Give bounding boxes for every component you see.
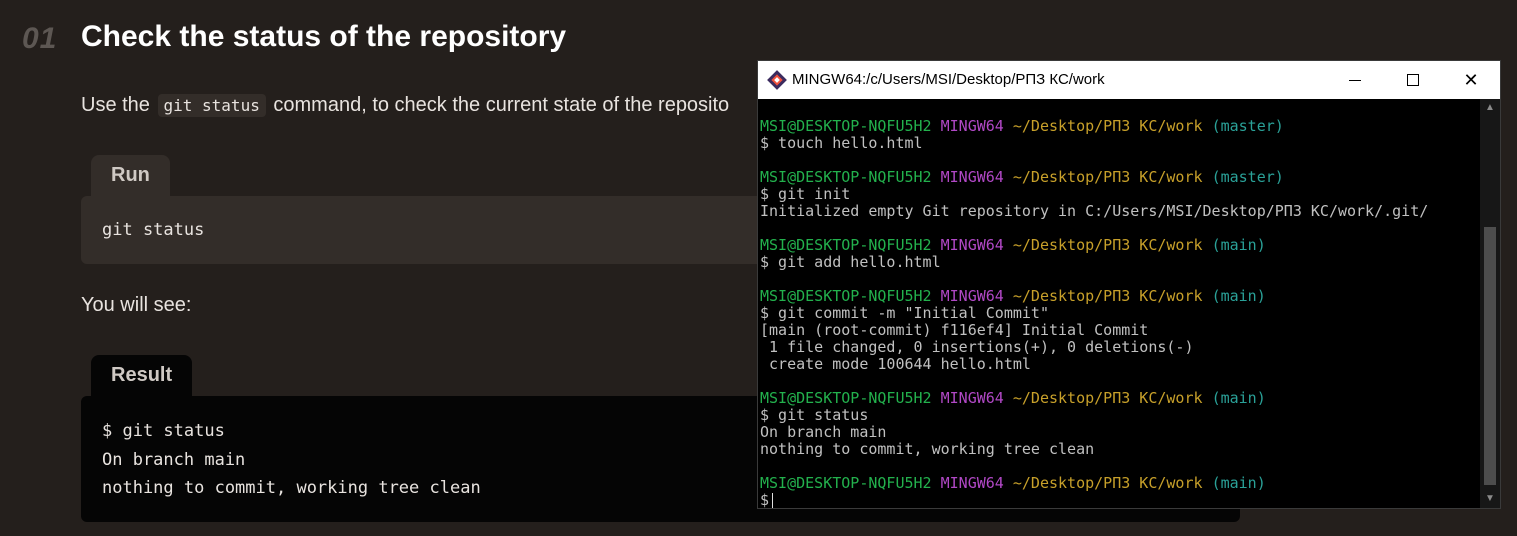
intro-text-after: command, to check the current state of t…	[273, 94, 730, 116]
terminal-output-line: On branch main	[760, 423, 887, 441]
prompt-branch: (main)	[1211, 236, 1266, 254]
prompt-shell: MINGW64	[940, 474, 1004, 492]
prompt-user: MSI@DESKTOP-NQFU5H2	[760, 168, 932, 186]
terminal-command: $ touch hello.html	[760, 134, 923, 152]
scroll-down-icon[interactable]: ▼	[1480, 490, 1500, 508]
terminal-command: $ git status	[760, 406, 869, 424]
result-line: nothing to commit, working tree clean	[102, 478, 481, 498]
terminal-window[interactable]: MINGW64:/c/Users/MSI/Desktop/РПЗ КС/work…	[757, 60, 1501, 509]
terminal-titlebar[interactable]: MINGW64:/c/Users/MSI/Desktop/РПЗ КС/work…	[758, 61, 1500, 99]
prompt-shell: MINGW64	[940, 287, 1004, 305]
prompt-path: ~/Desktop/РПЗ КС/work	[1012, 117, 1203, 135]
close-button[interactable]: ✕	[1442, 61, 1500, 99]
prompt-symbol: $	[760, 491, 770, 509]
step-number: 01	[22, 22, 58, 55]
terminal-output-line: 1 file changed, 0 insertions(+), 0 delet…	[760, 338, 1194, 356]
prompt-path: ~/Desktop/РПЗ КС/work	[1012, 389, 1203, 407]
prompt-path: ~/Desktop/РПЗ КС/work	[1012, 168, 1203, 186]
terminal-output-line: [main (root-commit) f116ef4] Initial Com…	[760, 321, 1149, 339]
prompt-path: ~/Desktop/РПЗ КС/work	[1012, 287, 1203, 305]
prompt-user: MSI@DESKTOP-NQFU5H2	[760, 389, 932, 407]
maximize-button[interactable]	[1384, 61, 1442, 99]
window-title: MINGW64:/c/Users/MSI/Desktop/РПЗ КС/work	[792, 71, 1105, 88]
intro-paragraph: Use the git status command, to check the…	[81, 94, 729, 117]
terminal-output-line: nothing to commit, working tree clean	[760, 440, 1095, 458]
run-tab[interactable]: Run	[91, 155, 170, 197]
prompt-branch: (main)	[1211, 287, 1266, 305]
prompt-path: ~/Desktop/РПЗ КС/work	[1012, 236, 1203, 254]
terminal-prompt: MSI@DESKTOP-NQFU5H2 MINGW64 ~/Desktop/РП…	[760, 237, 1266, 254]
minimize-button[interactable]	[1326, 61, 1384, 99]
prompt-shell: MINGW64	[940, 117, 1004, 135]
terminal-output-line: create mode 100644 hello.html	[760, 355, 1031, 373]
see-text: You will see:	[81, 294, 192, 316]
git-bash-icon	[767, 70, 787, 90]
result-tab[interactable]: Result	[91, 355, 193, 397]
terminal-prompt: MSI@DESKTOP-NQFU5H2 MINGW64 ~/Desktop/РП…	[760, 169, 1284, 186]
prompt-user: MSI@DESKTOP-NQFU5H2	[760, 236, 932, 254]
run-code-line: git status	[102, 220, 205, 240]
terminal-command: $ git init	[760, 185, 851, 203]
result-line: On branch main	[102, 450, 246, 470]
prompt-branch: (main)	[1211, 389, 1266, 407]
prompt-branch: (master)	[1211, 168, 1284, 186]
prompt-user: MSI@DESKTOP-NQFU5H2	[760, 287, 932, 305]
text-cursor	[772, 493, 774, 508]
prompt-branch: (main)	[1211, 474, 1266, 492]
terminal-output-line: Initialized empty Git repository in C:/U…	[760, 202, 1429, 220]
terminal-command: $ git commit -m "Initial Commit"	[760, 304, 1049, 322]
scroll-up-icon[interactable]: ▲	[1480, 99, 1500, 117]
terminal-output[interactable]: MSI@DESKTOP-NQFU5H2 MINGW64 ~/Desktop/РП…	[758, 99, 1480, 508]
scroll-thumb[interactable]	[1484, 227, 1496, 485]
prompt-user: MSI@DESKTOP-NQFU5H2	[760, 474, 932, 492]
prompt-shell: MINGW64	[940, 168, 1004, 186]
prompt-branch: (master)	[1211, 117, 1284, 135]
prompt-shell: MINGW64	[940, 389, 1004, 407]
terminal-prompt: MSI@DESKTOP-NQFU5H2 MINGW64 ~/Desktop/РП…	[760, 288, 1266, 305]
intro-text-before: Use the	[81, 94, 150, 116]
terminal-prompt: MSI@DESKTOP-NQFU5H2 MINGW64 ~/Desktop/РП…	[760, 118, 1284, 135]
maximize-icon	[1407, 74, 1419, 86]
terminal-scrollbar[interactable]: ▲ ▼	[1480, 99, 1500, 508]
terminal-prompt: MSI@DESKTOP-NQFU5H2 MINGW64 ~/Desktop/РП…	[760, 390, 1266, 407]
close-icon: ✕	[1463, 70, 1479, 90]
inline-code: git status	[157, 94, 266, 117]
terminal-input-line[interactable]: $	[760, 491, 774, 509]
step-title: Check the status of the repository	[81, 20, 567, 53]
prompt-shell: MINGW64	[940, 236, 1004, 254]
terminal-command: $ git add hello.html	[760, 253, 941, 271]
prompt-user: MSI@DESKTOP-NQFU5H2	[760, 117, 932, 135]
tutorial-page: 01 Check the status of the repository Us…	[0, 0, 1517, 536]
terminal-prompt: MSI@DESKTOP-NQFU5H2 MINGW64 ~/Desktop/РП…	[760, 475, 1266, 492]
result-line: $ git status	[102, 421, 225, 441]
minimize-icon	[1349, 80, 1361, 81]
prompt-path: ~/Desktop/РПЗ КС/work	[1012, 474, 1203, 492]
